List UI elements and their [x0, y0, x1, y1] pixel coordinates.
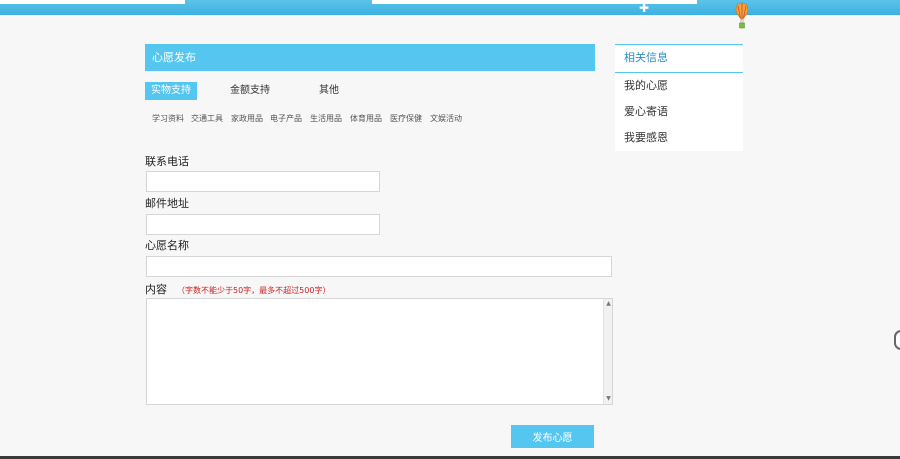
content-label-row: 内容 （字数不能少于50字，最多不超过500字）	[145, 283, 330, 298]
side-panel-title: 相关信息	[615, 45, 743, 73]
side-link-love-message[interactable]: 爱心寄语	[615, 99, 743, 125]
side-link-gratitude[interactable]: 我要感恩	[615, 125, 743, 151]
hot-air-balloon-icon	[735, 2, 749, 29]
category-item[interactable]: 学习资料	[152, 112, 184, 126]
category-item[interactable]: 生活用品	[310, 112, 342, 126]
scroll-up-icon[interactable]: ▲	[605, 300, 612, 308]
category-list: 学习资料 交通工具 家政用品 电子产品 生活用品 体育用品 医疗保健 文娱活动	[145, 112, 475, 126]
content-label: 内容	[145, 283, 167, 296]
scroll-down-icon[interactable]: ▼	[605, 395, 612, 403]
phone-label: 联系电话	[145, 155, 189, 168]
support-type-tabs: 实物支持 金额支持 其他	[145, 82, 445, 100]
tab-money-support[interactable]: 金额支持	[230, 82, 270, 100]
related-info-panel: 相关信息 我的心愿 爱心寄语 我要感恩	[615, 44, 743, 151]
puzzle-icon: ✚	[638, 1, 650, 15]
publish-wish-button[interactable]: 发布心愿	[511, 425, 594, 448]
content-textarea[interactable]	[146, 298, 613, 405]
browser-tab-strip	[0, 0, 185, 4]
phone-input[interactable]	[146, 171, 380, 192]
wish-name-input[interactable]	[146, 256, 612, 277]
email-label: 邮件地址	[145, 197, 189, 210]
side-link-my-wish[interactable]: 我的心愿	[615, 73, 743, 99]
side-float-handle[interactable]	[894, 330, 900, 350]
category-item[interactable]: 文娱活动	[430, 112, 462, 126]
content-hint: （字数不能少于50字，最多不超过500字）	[177, 286, 331, 295]
textarea-scrollbar[interactable]: ▲ ▼	[603, 299, 612, 404]
category-item[interactable]: 体育用品	[350, 112, 382, 126]
top-banner: ✚	[0, 0, 900, 15]
category-item[interactable]: 电子产品	[270, 112, 302, 126]
email-input[interactable]	[146, 214, 380, 235]
category-item[interactable]: 医疗保健	[390, 112, 422, 126]
wish-name-label: 心愿名称	[145, 239, 189, 252]
tab-material-support[interactable]: 实物支持	[145, 82, 197, 100]
tab-other[interactable]: 其他	[317, 82, 341, 100]
category-item[interactable]: 交通工具	[191, 112, 223, 126]
category-item[interactable]: 家政用品	[231, 112, 263, 126]
panel-title: 心愿发布	[145, 44, 595, 71]
